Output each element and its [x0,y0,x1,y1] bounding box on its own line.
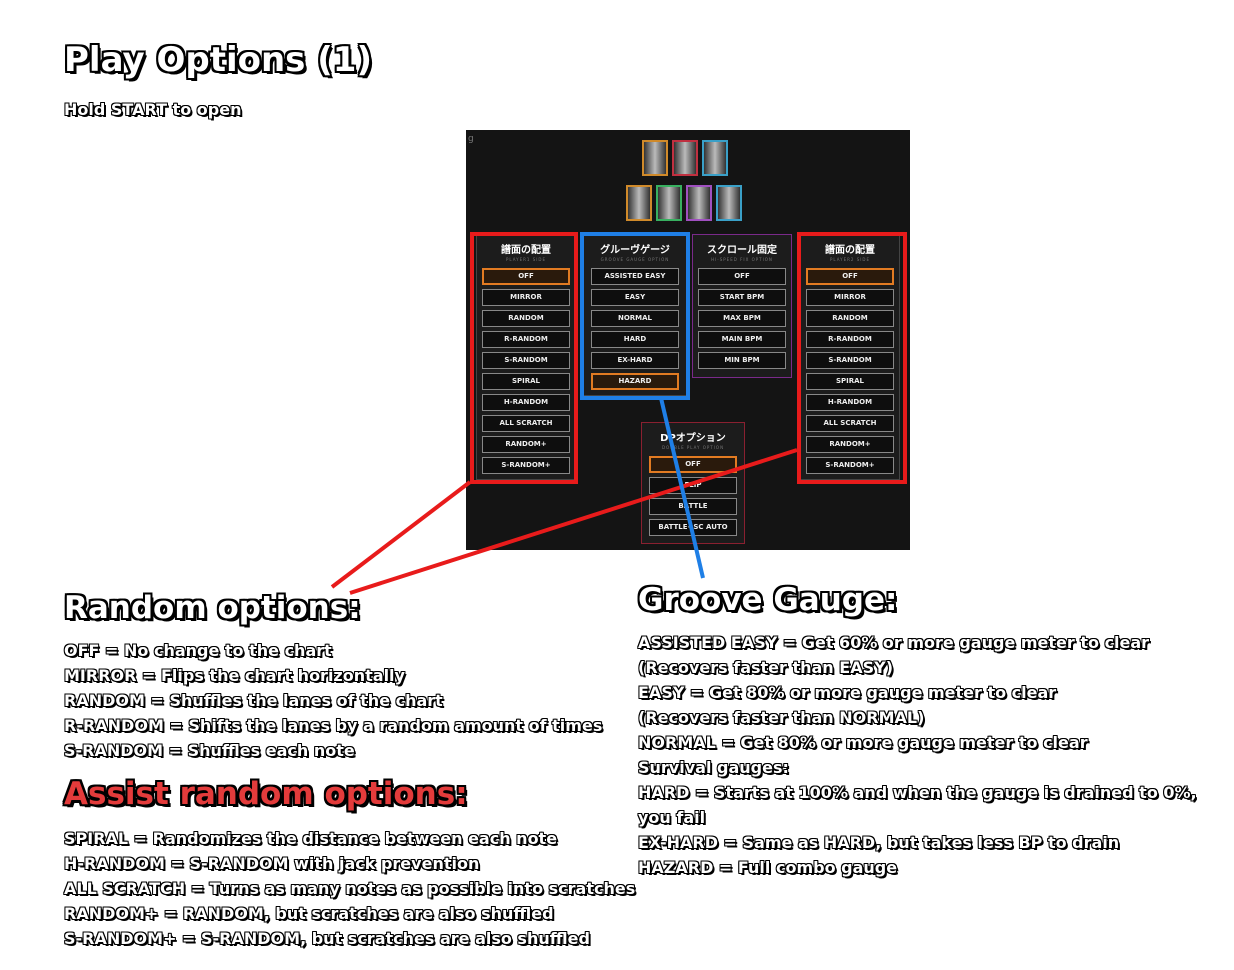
description-line: EX-HARD = Same as HARD, but takes less B… [638,833,1120,852]
description-line: H-RANDOM = S-RANDOM with jack prevention [64,854,480,873]
description-line: (Recovers faster than EASY) [638,658,893,677]
description-line: S-RANDOM = Shuffles each note [64,741,355,760]
description-line: RANDOM = Shuffles the lanes of the chart [64,691,443,710]
description-line: R-RANDOM = Shifts the lanes by a random … [64,716,603,735]
description-line: ASSISTED EASY = Get 60% or more gauge me… [638,633,1150,652]
description-line: (Recovers faster than NORMAL) [638,708,925,727]
groove-gauge-list: ASSISTED EASY = Get 60% or more gauge me… [638,630,1197,880]
description-line: RANDOM+ = RANDOM, but scratches are also… [64,904,554,923]
red-connector-line [330,480,472,589]
groove-gauge-heading: Groove Gauge: [638,582,898,618]
description-line: EASY = Get 80% or more gauge meter to cl… [638,683,1057,702]
description-line: ALL SCRATCH = Turns as many notes as pos… [64,879,636,898]
blue-connector-line [659,397,705,579]
groove-gauge-section: Groove Gauge: ASSISTED EASY = Get 60% or… [638,580,1197,880]
description-line: HAZARD = Full combo gauge [638,858,898,877]
random-options-section: Random options: OFF = No change to the c… [64,588,602,763]
assist-options-section: Assist random options: SPIRAL = Randomiz… [64,774,635,951]
description-line: you fail [638,808,706,827]
description-line: MIRROR = Flips the chart horizontally [64,666,405,685]
description-line: OFF = No change to the chart [64,641,332,660]
description-line: S-RANDOM+ = S-RANDOM, but scratches are … [64,929,590,948]
assist-options-heading: Assist random options: [64,776,468,812]
description-line: HARD = Starts at 100% and when the gauge… [638,783,1197,802]
random-options-heading: Random options: [64,590,361,626]
description-line: Survival gauges: [638,758,789,777]
description-line: SPIRAL = Randomizes the distance between… [64,829,558,848]
description-line: NORMAL = Get 80% or more gauge meter to … [638,733,1088,752]
random-options-list: OFF = No change to the chart MIRROR = Fli… [64,638,602,763]
assist-options-list: SPIRAL = Randomizes the distance between… [64,826,635,951]
